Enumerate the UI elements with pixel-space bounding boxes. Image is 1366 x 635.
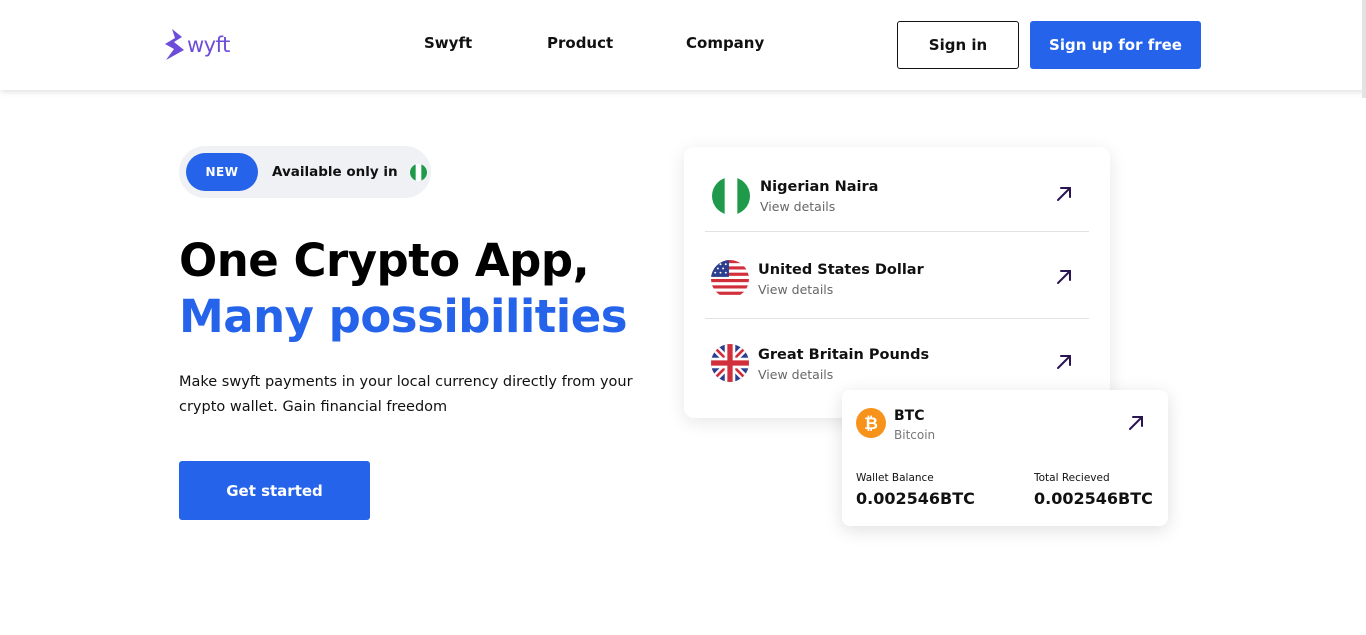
scrollbar[interactable] [1362,0,1366,98]
sign-in-button[interactable]: Sign in [897,21,1019,69]
hero-subtitle: Make swyft payments in your local curren… [179,374,633,415]
uk-flag-icon [711,344,749,382]
svg-text:₿: ₿ [864,414,878,434]
usa-flag-icon [711,260,749,298]
nav-company[interactable]: Company [686,34,764,52]
logo-text: wyft [187,33,230,57]
nav-product[interactable]: Product [547,34,613,52]
hero-title-line1: One Crypto App, [179,234,590,287]
btc-wallet-card[interactable]: ₿ BTC Bitcoin Wallet Balance 0.002546BTC… [842,390,1168,526]
wallet-balance-value: 0.002546BTC [856,489,975,508]
new-badge: NEW [186,153,258,191]
currency-row-ngn[interactable]: Nigerian Naira View details [705,147,1089,232]
currency-name: Nigerian Naira [760,179,879,195]
currency-name: Great Britain Pounds [758,347,930,363]
availability-pill: NEW Available only in [179,146,431,198]
bitcoin-icon: ₿ [856,408,886,438]
arrow-up-right-icon[interactable] [1127,414,1145,432]
total-received-value: 0.002546BTC [1034,489,1153,508]
currency-row-usd[interactable]: United States Dollar View details [705,234,1089,319]
btc-ticker: BTC [894,408,925,424]
view-details-link[interactable]: View details [758,282,833,297]
total-received-label: Total Recieved [1034,472,1110,484]
sign-up-button[interactable]: Sign up for free [1030,21,1201,69]
nigeria-flag-icon [409,163,427,181]
btc-name: Bitcoin [894,428,936,442]
hero-title-line2: Many possibilities [179,290,628,343]
availability-text: Available only in [272,164,398,180]
arrow-up-right-icon[interactable] [1055,353,1073,371]
nigeria-flag-icon [712,177,750,215]
site-header: wyft Swyft Product Company Sign in Sign … [0,0,1366,90]
arrow-up-right-icon[interactable] [1055,268,1073,286]
swyft-logo[interactable]: wyft [163,28,230,62]
currency-card: Nigerian Naira View details United State… [684,147,1110,418]
arrow-up-right-icon[interactable] [1055,185,1073,203]
view-details-link[interactable]: View details [760,199,835,214]
get-started-button[interactable]: Get started [179,461,370,520]
currency-name: United States Dollar [758,262,924,278]
wallet-balance-label: Wallet Balance [856,472,934,484]
nav-swyft[interactable]: Swyft [424,34,472,52]
view-details-link[interactable]: View details [758,367,833,382]
lightning-logo-icon [165,29,184,60]
